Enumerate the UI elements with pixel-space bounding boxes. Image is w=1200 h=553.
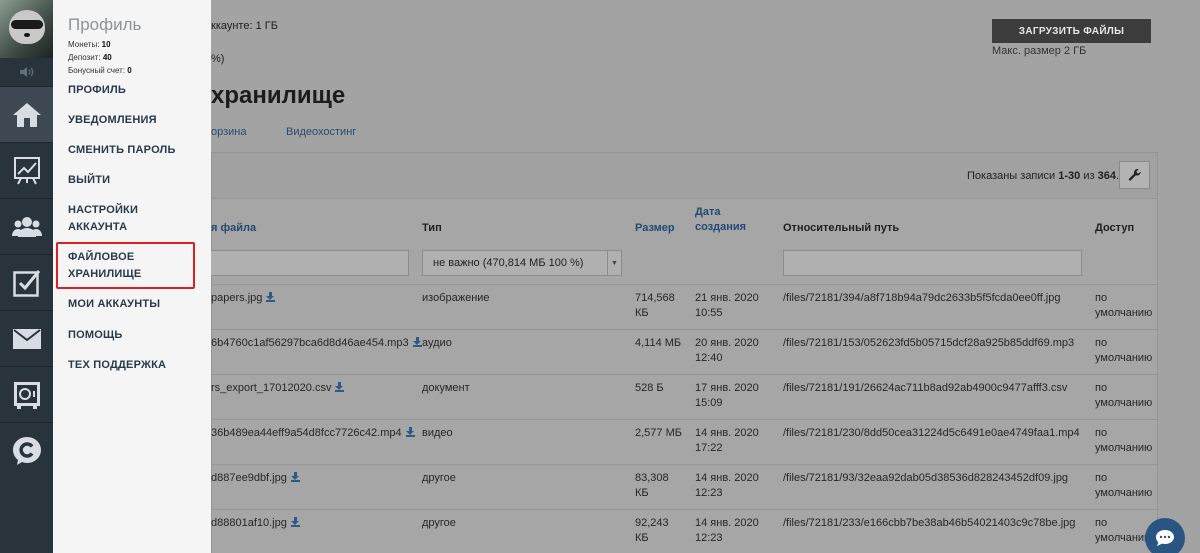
download-icon[interactable] — [290, 517, 300, 527]
support-c-icon[interactable] — [0, 422, 53, 478]
checkbox-icon[interactable] — [0, 254, 53, 310]
chat-icon[interactable] — [1145, 518, 1185, 553]
download-icon[interactable] — [290, 472, 300, 482]
icon-sidebar — [0, 0, 53, 553]
file-size: 2,577 МБ — [635, 427, 682, 439]
chevron-down-icon: ▼ — [607, 251, 621, 275]
file-date: 21 янв. 2020 10:55 — [695, 292, 759, 319]
records-count: Показаны записи 1-30 из 364. — [967, 170, 1119, 182]
quota-text: ккаунте: 1 ГБ — [211, 20, 278, 32]
file-access: по умолчанию — [1095, 517, 1153, 544]
menu-item-my-accounts[interactable]: МОИ АККАУНТЫ — [68, 296, 160, 313]
file-size: 4,114 МБ — [635, 337, 682, 349]
file-date: 14 янв. 2020 12:23 — [695, 472, 759, 499]
file-type: видео — [422, 427, 453, 439]
file-path: /files/72181/153/052623fd5b05715dcf28a92… — [783, 337, 1075, 349]
menu-item-logout[interactable]: ВЫЙТИ — [68, 172, 110, 189]
safe-icon[interactable] — [0, 366, 53, 422]
col-path-header: Относительный путь — [783, 222, 900, 234]
highlight-box — [56, 242, 195, 289]
home-icon[interactable] — [0, 86, 53, 142]
tab-trash[interactable]: орзина — [211, 126, 247, 138]
path-filter-input[interactable] — [783, 250, 1082, 276]
file-access: по умолчанию — [1095, 472, 1153, 499]
col-date-header[interactable]: Дата создания — [695, 205, 746, 235]
chart-icon[interactable] — [0, 142, 53, 198]
quota-percent: %) — [211, 53, 225, 65]
file-size: 83,308 КБ — [635, 472, 669, 499]
file-size: 528 Б — [635, 382, 664, 394]
file-date: 17 янв. 2020 15:09 — [695, 382, 759, 409]
download-icon[interactable] — [335, 382, 345, 392]
col-type-header: Тип — [422, 222, 442, 234]
col-size-header[interactable]: Размер — [635, 221, 675, 236]
file-access: по умолчанию — [1095, 292, 1153, 319]
file-name-link[interactable]: d88801af10.jpg — [211, 516, 300, 531]
file-path: /files/72181/394/a8f718b94a79dc2633b5f5f… — [783, 292, 1061, 304]
col-access-header: Доступ — [1095, 222, 1135, 234]
coins-stat: Монеты: 10 — [68, 40, 111, 49]
col-name-header[interactable]: я файла — [211, 221, 256, 236]
download-icon[interactable] — [266, 292, 276, 302]
file-type: документ — [422, 382, 470, 394]
file-name-link[interactable]: 36b489ea44eff9a54d8fcc7726c42.mp4 — [211, 426, 415, 441]
menu-item-change-password[interactable]: СМЕНИТЬ ПАРОЛЬ — [68, 142, 176, 159]
file-type: другое — [422, 517, 456, 529]
profile-title: Профиль — [68, 15, 142, 34]
file-access: по умолчанию — [1095, 337, 1153, 364]
tab-videohosting[interactable]: Видеохостинг — [286, 126, 356, 138]
menu-item-notifications[interactable]: УВЕДОМЛЕНИЯ — [68, 112, 157, 129]
name-filter-input[interactable] — [211, 250, 409, 276]
file-path: /files/72181/230/8dd50cea31224d5c6491e0a… — [783, 427, 1080, 439]
file-size: 92,243 КБ — [635, 517, 669, 544]
page-title: хранилище — [211, 82, 346, 109]
type-filter-select[interactable]: не важно (470,814 МБ 100 %) ▼ — [422, 250, 622, 276]
menu-item-account-settings[interactable]: НАСТРОЙКИ АККАУНТА — [68, 202, 138, 236]
file-name-link[interactable]: papers.jpg — [211, 291, 276, 306]
download-icon[interactable] — [405, 427, 415, 437]
file-type: другое — [422, 472, 456, 484]
file-date: 14 янв. 2020 17:22 — [695, 427, 759, 454]
file-type: изображение — [422, 292, 490, 304]
file-name-link[interactable]: 6b4760c1af56297bca6d8d46ae454.mp3 — [211, 336, 422, 351]
panel-header: Показаны записи 1-30 из 364. — [212, 153, 1157, 199]
file-date: 20 янв. 2020 12:40 — [695, 337, 759, 364]
download-icon[interactable] — [412, 337, 422, 347]
deposit-stat: Депозит: 40 — [68, 53, 112, 62]
wrench-icon[interactable] — [1119, 161, 1150, 189]
bonus-stat: Бонусный счет: 0 — [68, 66, 132, 75]
max-size-note: Макс. размер 2 ГБ — [992, 45, 1087, 57]
file-date: 14 янв. 2020 12:23 — [695, 517, 759, 544]
avatar[interactable] — [0, 0, 53, 58]
file-access: по умолчанию — [1095, 382, 1153, 409]
file-type: аудио — [422, 337, 452, 349]
speaker-icon[interactable] — [0, 58, 53, 86]
file-access: по умолчанию — [1095, 427, 1153, 454]
file-size: 714,568 КБ — [635, 292, 675, 319]
file-name-link[interactable]: d887ee9dbf.jpg — [211, 471, 300, 486]
upload-files-button[interactable]: ЗАГРУЗИТЬ ФАЙЛЫ — [992, 19, 1151, 43]
menu-item-tech-support[interactable]: ТЕХ ПОДДЕРЖКА — [68, 357, 166, 374]
file-name-link[interactable]: rs_export_17012020.csv — [211, 381, 345, 396]
file-path: /files/72181/93/32eaa92dab05d38536d82824… — [783, 472, 1069, 484]
mail-icon[interactable] — [0, 310, 53, 366]
menu-item-profile[interactable]: ПРОФИЛЬ — [68, 82, 126, 99]
file-path: /files/72181/191/26624ac711b8ad92ab4900c… — [783, 382, 1068, 394]
menu-item-help[interactable]: ПОМОЩЬ — [68, 327, 123, 344]
file-path: /files/72181/233/e166cbb7be38ab46b540214… — [783, 517, 1076, 529]
users-icon[interactable] — [0, 198, 53, 254]
